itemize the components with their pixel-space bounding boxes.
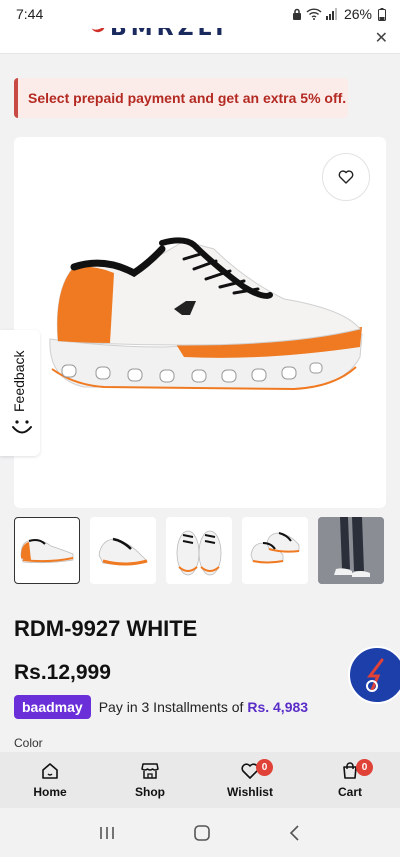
app-header: BMRZLT ✕ — [0, 28, 400, 54]
nav-home-label: Home — [33, 785, 67, 799]
recent-apps-icon[interactable] — [98, 825, 116, 841]
product-main-image — [49, 237, 363, 391]
nav-home[interactable]: Home — [0, 761, 100, 799]
product-price: Rs.12,999 — [14, 661, 111, 684]
product-title: RDM-9927 WHITE — [14, 616, 198, 641]
installment-text: Pay in 3 Installments of Rs. 4,983 — [99, 699, 308, 715]
add-to-wishlist-button[interactable] — [322, 153, 370, 201]
nav-cart-label: Cart — [337, 785, 362, 799]
nav-shop-label: Shop — [135, 785, 165, 799]
color-label: Color — [14, 736, 43, 750]
close-icon[interactable]: ✕ — [375, 28, 388, 48]
installment-info[interactable]: baadmay Pay in 3 Installments of Rs. 4,9… — [14, 695, 308, 719]
status-right: 26% — [292, 6, 386, 22]
promo-text: Select prepaid payment and get an extra … — [28, 90, 347, 106]
chat-fab-button[interactable] — [348, 646, 400, 704]
screen: 7:44 26% BMRZLT ✕ Select prepaid payment… — [0, 0, 400, 857]
shop-icon — [141, 763, 159, 779]
thumbnail-pair-view[interactable] — [242, 517, 308, 584]
brand-logo[interactable]: BMRZLT — [91, 28, 231, 42]
feedback-tab[interactable]: Feedback — [0, 330, 40, 456]
home-button-icon[interactable] — [193, 824, 211, 842]
back-icon[interactable] — [288, 824, 302, 842]
bottom-nav: Home Shop 0 Wishlist 0 Cart — [0, 752, 400, 808]
thumbnail-strip — [14, 517, 386, 584]
status-bar: 7:44 26% — [0, 0, 400, 28]
product-image-card[interactable] — [14, 137, 386, 508]
nav-wishlist[interactable]: 0 Wishlist — [200, 759, 300, 799]
status-time: 7:44 — [16, 6, 44, 22]
logo-text: BMRZLT — [110, 28, 231, 41]
nav-cart[interactable]: 0 Cart — [300, 759, 400, 799]
cart-count-badge: 0 — [356, 759, 373, 776]
battery-icon — [378, 7, 386, 21]
status-icons — [292, 8, 338, 20]
chat-brand-icon — [366, 658, 384, 692]
nav-shop[interactable]: Shop — [100, 761, 200, 799]
heart-outline-icon — [338, 170, 354, 184]
home-icon — [42, 763, 58, 779]
wifi-icon — [306, 8, 322, 20]
promo-banner: Select prepaid payment and get an extra … — [14, 78, 348, 118]
installment-amount: Rs. 4,983 — [247, 699, 309, 715]
thumbnail-angle-view[interactable] — [90, 517, 156, 584]
nav-wishlist-label: Wishlist — [227, 785, 273, 799]
logo-swoosh-icon — [91, 28, 107, 35]
battery-percent: 26% — [343, 6, 372, 22]
thumbnail-worn-view[interactable] — [318, 517, 384, 584]
baadmay-logo: baadmay — [14, 695, 91, 719]
wishlist-count-badge: 0 — [256, 759, 273, 776]
lock-icon — [292, 8, 301, 20]
system-nav-bar — [0, 808, 400, 857]
smiley-icon — [12, 420, 32, 434]
thumbnail-side-view[interactable] — [14, 517, 80, 584]
thumbnail-front-view[interactable] — [166, 517, 232, 584]
installment-description: Pay in 3 Installments of — [98, 699, 244, 715]
feedback-label: Feedback — [11, 350, 27, 412]
signal-icon — [325, 8, 337, 20]
